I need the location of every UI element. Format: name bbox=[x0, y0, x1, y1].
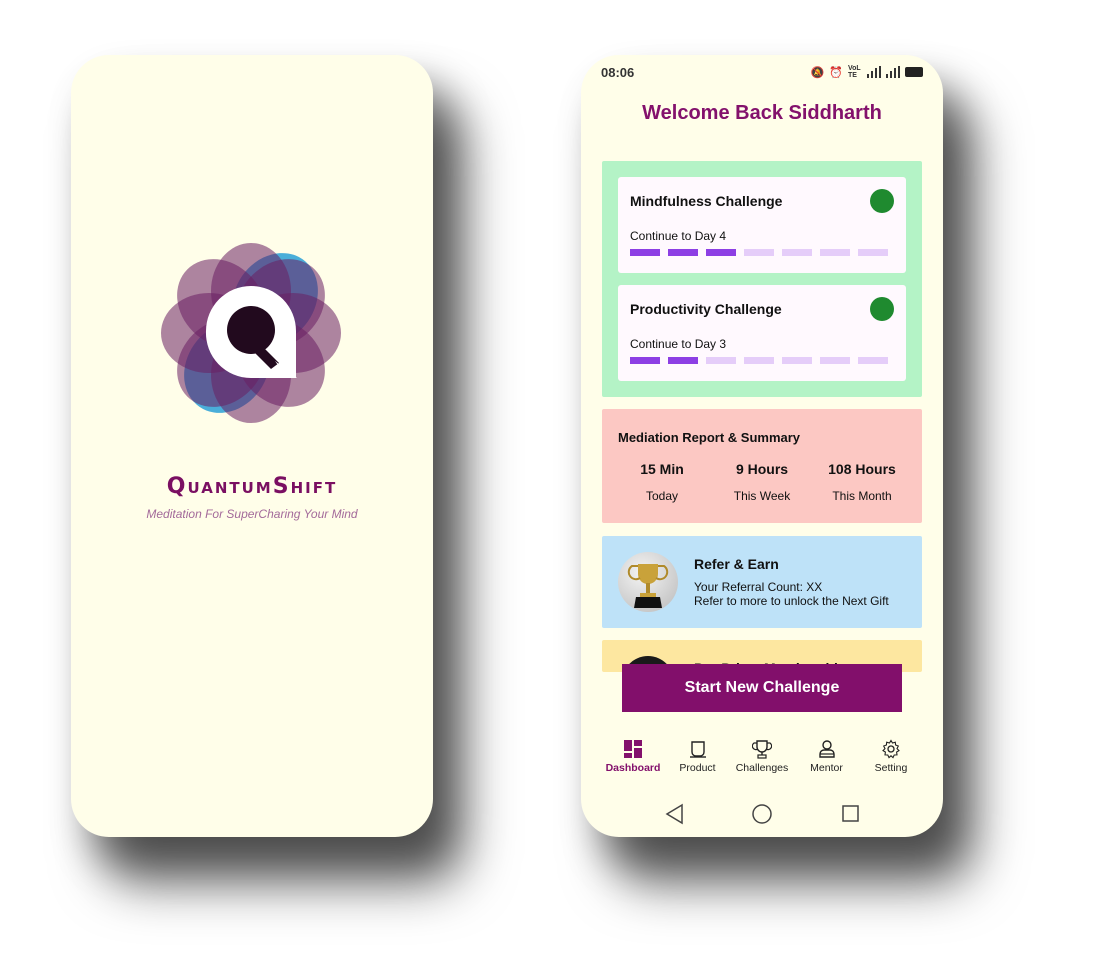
nav-label: Setting bbox=[874, 762, 908, 774]
progress-segment-pending bbox=[858, 357, 888, 364]
report-title: Mediation Report & Summary bbox=[618, 430, 801, 445]
brand-name: QuantumShift bbox=[166, 474, 338, 499]
status-time: 08:06 bbox=[601, 65, 635, 80]
challenge-title: Productivity Challenge bbox=[630, 301, 782, 317]
progress-segment-complete bbox=[706, 249, 736, 256]
status-icons: 🔕 ⏰ VoLTE bbox=[811, 65, 923, 79]
gear-icon bbox=[882, 739, 900, 759]
refer-title: Refer & Earn bbox=[694, 556, 779, 572]
welcome-title: Welcome Back Siddharth bbox=[642, 102, 882, 124]
challenge-title: Mindfulness Challenge bbox=[630, 193, 783, 209]
signal-icon bbox=[867, 66, 881, 78]
stat-value: 108 Hours bbox=[828, 461, 896, 477]
challenge-progress-text: Continue to Day 4 bbox=[630, 229, 727, 243]
start-new-challenge-button[interactable]: Start New Challenge bbox=[622, 664, 902, 712]
challenge-progress-text: Continue to Day 3 bbox=[630, 337, 727, 351]
trophy-icon bbox=[627, 564, 669, 608]
status-dot bbox=[870, 189, 894, 213]
bottom-nav: Dashboard Product Challenges Mentor Sett… bbox=[601, 739, 923, 779]
challenge-card-mindfulness[interactable]: Mindfulness Challenge Continue to Day 4 bbox=[618, 177, 906, 273]
progress-segment-complete bbox=[630, 249, 660, 256]
challenge-progress-bar bbox=[630, 249, 888, 256]
refer-panel[interactable]: Refer & Earn Your Referral Count: XX Ref… bbox=[602, 536, 922, 628]
nav-dashboard[interactable]: Dashboard bbox=[601, 739, 665, 779]
stat-label: Today bbox=[645, 489, 679, 503]
back-icon[interactable] bbox=[665, 803, 683, 825]
signal-icon-2 bbox=[886, 66, 900, 78]
progress-segment-pending bbox=[820, 249, 850, 256]
status-dot bbox=[870, 297, 894, 321]
system-nav-bar bbox=[665, 803, 859, 825]
home-icon[interactable] bbox=[752, 804, 772, 824]
referral-hint: Refer to more to unlock the Next Gift bbox=[694, 594, 889, 608]
splash-screen: QuantumShift Meditation For SuperCharing… bbox=[71, 55, 433, 837]
progress-segment-pending bbox=[782, 357, 812, 364]
dashboard-icon bbox=[624, 740, 642, 758]
referral-count: Your Referral Count: XX bbox=[694, 580, 823, 594]
progress-segment-pending bbox=[744, 249, 774, 256]
product-icon bbox=[689, 741, 706, 758]
trophy-icon bbox=[752, 740, 772, 759]
stat-label: This Week bbox=[733, 489, 791, 503]
progress-segment-complete bbox=[630, 357, 660, 364]
challenge-card-productivity[interactable]: Productivity Challenge Continue to Day 3 bbox=[618, 285, 906, 381]
report-stat-today: 15 Min Today bbox=[612, 461, 712, 503]
battery-icon bbox=[905, 67, 923, 77]
challenges-panel: Mindfulness Challenge Continue to Day 4 … bbox=[602, 161, 922, 397]
quantumshift-logo-icon bbox=[161, 243, 341, 423]
mentor-icon bbox=[818, 740, 835, 758]
nav-label: Mentor bbox=[810, 762, 843, 774]
stat-label: This Month bbox=[832, 489, 892, 503]
report-panel[interactable]: Mediation Report & Summary 15 Min Today … bbox=[602, 409, 922, 523]
stat-value: 15 Min bbox=[640, 461, 684, 477]
challenge-progress-bar bbox=[630, 357, 888, 364]
progress-segment-pending bbox=[858, 249, 888, 256]
recents-icon[interactable] bbox=[842, 805, 859, 822]
progress-segment-complete bbox=[668, 249, 698, 256]
nav-mentor[interactable]: Mentor bbox=[795, 739, 859, 779]
progress-segment-pending bbox=[706, 357, 736, 364]
stat-value: 9 Hours bbox=[735, 461, 789, 477]
nav-label: Challenges bbox=[735, 762, 789, 774]
nav-challenges[interactable]: Challenges bbox=[730, 739, 794, 779]
silent-bell-icon: 🔕 bbox=[810, 66, 825, 79]
volte-label: VoLTE bbox=[848, 65, 861, 79]
alarm-icon: ⏰ bbox=[829, 66, 843, 79]
trophy-image bbox=[618, 552, 678, 612]
report-stat-month: 108 Hours This Month bbox=[812, 461, 912, 503]
report-stat-week: 9 Hours This Week bbox=[712, 461, 812, 503]
progress-segment-pending bbox=[744, 357, 774, 364]
nav-setting[interactable]: Setting bbox=[859, 739, 923, 779]
nav-product[interactable]: Product bbox=[666, 739, 730, 779]
progress-segment-pending bbox=[782, 249, 812, 256]
progress-segment-pending bbox=[820, 357, 850, 364]
tagline: Meditation For SuperCharing Your Mind bbox=[146, 507, 358, 521]
nav-label: Dashboard bbox=[605, 762, 661, 774]
dashboard-screen: 08:06 🔕 ⏰ VoLTE Welcome Back Siddharth M… bbox=[581, 55, 943, 837]
progress-segment-complete bbox=[668, 357, 698, 364]
nav-label: Product bbox=[679, 762, 716, 774]
